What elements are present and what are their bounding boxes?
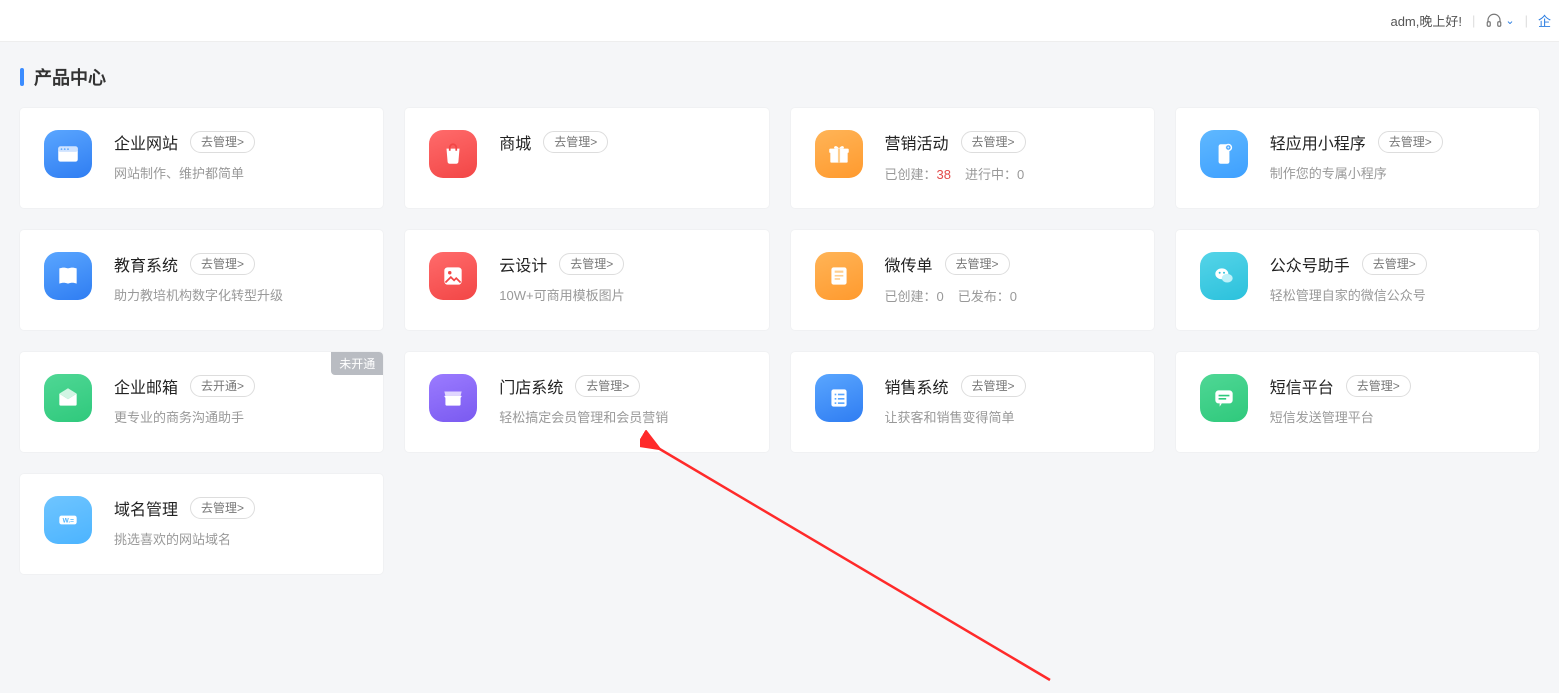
card-marketing[interactable]: 营销活动 去管理> 已创建：38 进行中：0 (791, 108, 1154, 208)
card-title: 企业邮箱 (114, 374, 178, 398)
card-desc: 助力教培机构数字化转型升级 (114, 286, 359, 307)
manage-button[interactable]: 去管理> (945, 253, 1010, 275)
header-divider: | (1525, 13, 1528, 28)
manage-button[interactable]: 去管理> (543, 131, 608, 153)
card-desc: 制作您的专属小程序 (1270, 164, 1515, 185)
browser-window-icon (44, 130, 92, 178)
card-title: 教育系统 (114, 252, 178, 276)
gift-icon (815, 130, 863, 178)
card-stats: 已创建：38 进行中：0 (885, 164, 1130, 183)
card-title: 域名管理 (114, 496, 178, 520)
section-title: 产品中心 (20, 64, 1539, 90)
card-title: 公众号助手 (1270, 252, 1350, 276)
card-mall[interactable]: 商城 去管理> (405, 108, 768, 208)
card-title: 营销活动 (885, 130, 949, 154)
manage-button[interactable]: 去管理> (961, 131, 1026, 153)
flyer-page-icon (815, 252, 863, 300)
greeting-text: adm,晚上好! (1390, 11, 1462, 30)
open-button[interactable]: 去开通> (190, 375, 255, 397)
card-domain[interactable]: W.= 域名管理 去管理> 挑选喜欢的网站域名 (20, 474, 383, 574)
card-desc: 轻松搞定会员管理和会员营销 (499, 408, 744, 429)
card-desc: 轻松管理自家的微信公众号 (1270, 286, 1515, 307)
stat-value: 0 (1017, 167, 1024, 182)
shopping-bag-icon (429, 130, 477, 178)
page-content: 产品中心 企业网站 去管理> 网站制作、维护都简单 商城 (0, 42, 1559, 614)
card-wechat[interactable]: 公众号助手 去管理> 轻松管理自家的微信公众号 (1176, 230, 1539, 330)
card-title: 微传单 (885, 252, 933, 276)
card-design[interactable]: 云设计 去管理> 10W+可商用模板图片 (405, 230, 768, 330)
card-title: 企业网站 (114, 130, 178, 154)
header-link[interactable]: 企 (1538, 11, 1551, 30)
svg-text:W.=: W.= (63, 518, 75, 525)
section-title-text: 产品中心 (34, 64, 106, 90)
list-doc-icon (815, 374, 863, 422)
card-title: 短信平台 (1270, 374, 1334, 398)
card-title: 商城 (499, 130, 531, 154)
card-sms[interactable]: 短信平台 去管理> 短信发送管理平台 (1176, 352, 1539, 452)
not-opened-badge: 未开通 (331, 352, 383, 375)
image-icon (429, 252, 477, 300)
manage-button[interactable]: 去管理> (1346, 375, 1411, 397)
mail-icon (44, 374, 92, 422)
phone-app-icon (1200, 130, 1248, 178)
storefront-icon (429, 374, 477, 422)
stat-label: 已创建： (885, 167, 937, 182)
top-header: adm,晚上好! | ⌄ | 企 (0, 0, 1559, 42)
stat-label: 已创建： (885, 289, 937, 304)
headset-icon (1485, 12, 1503, 30)
manage-button[interactable]: 去管理> (575, 375, 640, 397)
card-store[interactable]: 门店系统 去管理> 轻松搞定会员管理和会员营销 (405, 352, 768, 452)
stat-label: 进行中： (965, 167, 1017, 182)
stat-value: 38 (937, 167, 951, 182)
card-flyer[interactable]: 微传单 去管理> 已创建：0 已发布：0 (791, 230, 1154, 330)
card-desc: 短信发送管理平台 (1270, 408, 1515, 429)
card-title: 销售系统 (885, 374, 949, 398)
manage-button[interactable]: 去管理> (1378, 131, 1443, 153)
stat-label: 已发布： (958, 289, 1010, 304)
stat-value: 0 (1010, 289, 1017, 304)
card-edu[interactable]: 教育系统 去管理> 助力教培机构数字化转型升级 (20, 230, 383, 330)
manage-button[interactable]: 去管理> (190, 253, 255, 275)
manage-button[interactable]: 去管理> (961, 375, 1026, 397)
card-title: 轻应用小程序 (1270, 130, 1366, 154)
card-website[interactable]: 企业网站 去管理> 网站制作、维护都简单 (20, 108, 383, 208)
book-icon (44, 252, 92, 300)
chat-bubble-icon (1200, 374, 1248, 422)
card-sales[interactable]: 销售系统 去管理> 让获客和销售变得简单 (791, 352, 1154, 452)
card-desc: 更专业的商务沟通助手 (114, 408, 359, 429)
product-grid: 企业网站 去管理> 网站制作、维护都简单 商城 去管理> (20, 108, 1539, 574)
chevron-down-icon: ⌄ (1505, 14, 1514, 27)
header-divider: | (1472, 13, 1475, 28)
manage-button[interactable]: 去管理> (1362, 253, 1427, 275)
manage-button[interactable]: 去管理> (190, 131, 255, 153)
manage-button[interactable]: 去管理> (559, 253, 624, 275)
manage-button[interactable]: 去管理> (190, 497, 255, 519)
card-title: 门店系统 (499, 374, 563, 398)
card-desc: 网站制作、维护都简单 (114, 164, 359, 185)
stat-value: 0 (937, 289, 944, 304)
domain-tag-icon: W.= (44, 496, 92, 544)
card-desc: 10W+可商用模板图片 (499, 286, 744, 307)
card-miniapp[interactable]: 轻应用小程序 去管理> 制作您的专属小程序 (1176, 108, 1539, 208)
card-desc: 挑选喜欢的网站域名 (114, 530, 359, 551)
card-title: 云设计 (499, 252, 547, 276)
wechat-icon (1200, 252, 1248, 300)
support-dropdown[interactable]: ⌄ (1485, 12, 1514, 30)
card-stats: 已创建：0 已发布：0 (885, 286, 1130, 305)
card-mail[interactable]: 未开通 企业邮箱 去开通> 更专业的商务沟通助手 (20, 352, 383, 452)
card-desc: 让获客和销售变得简单 (885, 408, 1130, 429)
